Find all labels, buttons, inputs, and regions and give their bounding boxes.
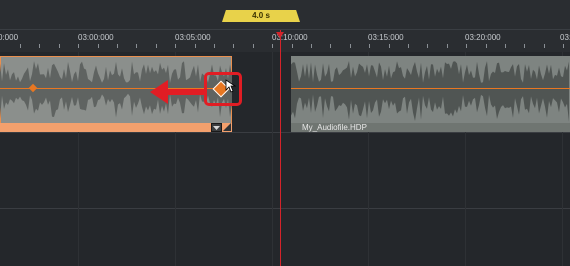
ruler-tick xyxy=(544,44,545,48)
time-label: 03:00:000 xyxy=(78,33,114,42)
time-label: 03:20:000 xyxy=(465,33,501,42)
resize-corner-icon[interactable] xyxy=(223,123,231,131)
ruler-tick xyxy=(524,44,525,48)
ruler-tick xyxy=(447,44,448,48)
ruler-tick xyxy=(311,44,312,48)
time-label: 0:000 xyxy=(0,33,19,42)
playhead-marker[interactable] xyxy=(276,32,284,38)
ruler-tick xyxy=(292,44,293,48)
ruler-tick xyxy=(253,44,254,48)
lane-separator xyxy=(0,132,570,133)
grid-line xyxy=(272,52,273,266)
ruler-tick xyxy=(272,44,273,48)
ruler-tick xyxy=(195,44,196,48)
audio-clip[interactable]: My_Audiofile.HDP xyxy=(291,56,570,132)
ruler-tick xyxy=(175,44,176,48)
time-label: 03:15:000 xyxy=(368,33,404,42)
ruler-tick xyxy=(117,44,118,48)
ruler-tick xyxy=(563,44,564,48)
ruler-tick xyxy=(408,44,409,48)
ruler-tick xyxy=(156,44,157,48)
time-label: 03:25:000 xyxy=(560,33,570,42)
duration-badge: 4.0 s xyxy=(222,10,300,22)
ruler-tick xyxy=(369,44,370,48)
ruler-tick xyxy=(59,44,60,48)
ruler-tick xyxy=(486,44,487,48)
ruler-tick xyxy=(427,44,428,48)
ruler-divider xyxy=(0,29,570,30)
ruler-tick xyxy=(98,44,99,48)
ruler-tick xyxy=(39,44,40,48)
ruler-tick xyxy=(330,44,331,48)
ruler-tick xyxy=(466,44,467,48)
cursor-icon xyxy=(225,79,237,93)
clip-name: My_Audiofile.HDP xyxy=(302,123,367,132)
time-label: 03:05:000 xyxy=(175,33,211,42)
ruler-tick xyxy=(214,44,215,48)
ruler-tick xyxy=(505,44,506,48)
lane-separator xyxy=(0,208,570,209)
trim-menu-icon[interactable] xyxy=(211,123,222,132)
ruler-tick xyxy=(389,44,390,48)
ruler-tick xyxy=(350,44,351,48)
ruler-tick xyxy=(233,44,234,48)
playhead[interactable] xyxy=(280,30,281,266)
arrow-annotation-icon xyxy=(150,80,206,104)
clip-footer xyxy=(0,123,232,132)
ruler-tick xyxy=(78,44,79,48)
ruler-tick xyxy=(136,44,137,48)
waveform xyxy=(291,61,569,122)
volume-line[interactable] xyxy=(291,88,570,89)
ruler-tick xyxy=(20,44,21,48)
timeline-ruler[interactable]: 4.0 s 0:000 03:00:000 03:05:000 03:10:00… xyxy=(0,0,570,52)
